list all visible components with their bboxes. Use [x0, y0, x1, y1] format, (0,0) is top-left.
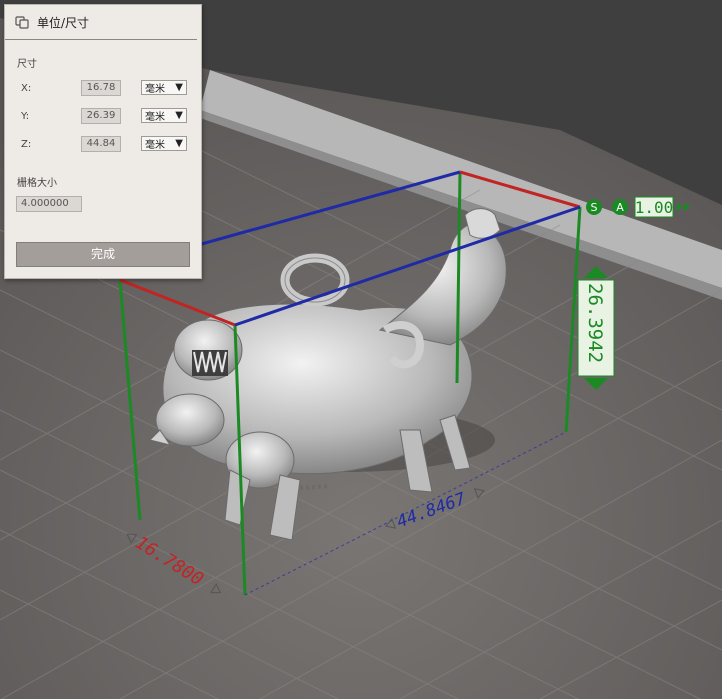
z-unit-dropdown-icon: ▼: [175, 138, 183, 149]
panel-header[interactable]: 单位/尺寸: [5, 5, 197, 40]
grid-size-label: 栅格大小: [17, 178, 57, 189]
green-dimension-label[interactable]: 26.3942: [577, 266, 615, 390]
svg-text:A: A: [616, 201, 624, 214]
x-label: X:: [21, 82, 32, 94]
z-unit-select[interactable]: 毫米 ▼: [141, 136, 187, 151]
3d-viewport[interactable]: 16.7800 44.8467 26.3942 S A 1.00 单位/尺寸 尺…: [0, 0, 722, 699]
done-button[interactable]: 完成: [16, 242, 190, 267]
y-unit-select[interactable]: 毫米 ▼: [141, 108, 187, 123]
green-dimension-value: 26.3942: [584, 283, 606, 363]
z-label: Z:: [21, 138, 32, 150]
x-unit-dropdown-icon: ▼: [175, 82, 183, 93]
units-size-panel: 单位/尺寸 尺寸 X: 16.78 毫米 ▼ Y: 26.39 毫米 ▼ Z: …: [4, 4, 202, 279]
z-value-field[interactable]: 44.84: [81, 136, 121, 152]
svg-text:S: S: [591, 201, 598, 214]
y-unit-dropdown-icon: ▼: [175, 110, 183, 121]
z-unit-value: 毫米: [145, 140, 165, 151]
size-section-label: 尺寸: [17, 59, 37, 70]
panel-title: 单位/尺寸: [37, 15, 90, 30]
z-row: Z: 44.84: [21, 136, 121, 152]
y-unit-value: 毫米: [145, 112, 165, 123]
units-icon: [15, 16, 29, 29]
x-unit-select[interactable]: 毫米 ▼: [141, 80, 187, 95]
scale-value: 1.00: [635, 198, 674, 217]
x-value-field[interactable]: 16.78: [81, 80, 121, 96]
x-row: X: 16.78: [21, 80, 121, 96]
y-label: Y:: [21, 110, 30, 122]
y-row: Y: 26.39: [21, 108, 121, 124]
y-value-field[interactable]: 26.39: [81, 108, 121, 124]
grid-size-input[interactable]: 4.000000: [16, 196, 82, 212]
x-unit-value: 毫米: [145, 84, 165, 95]
